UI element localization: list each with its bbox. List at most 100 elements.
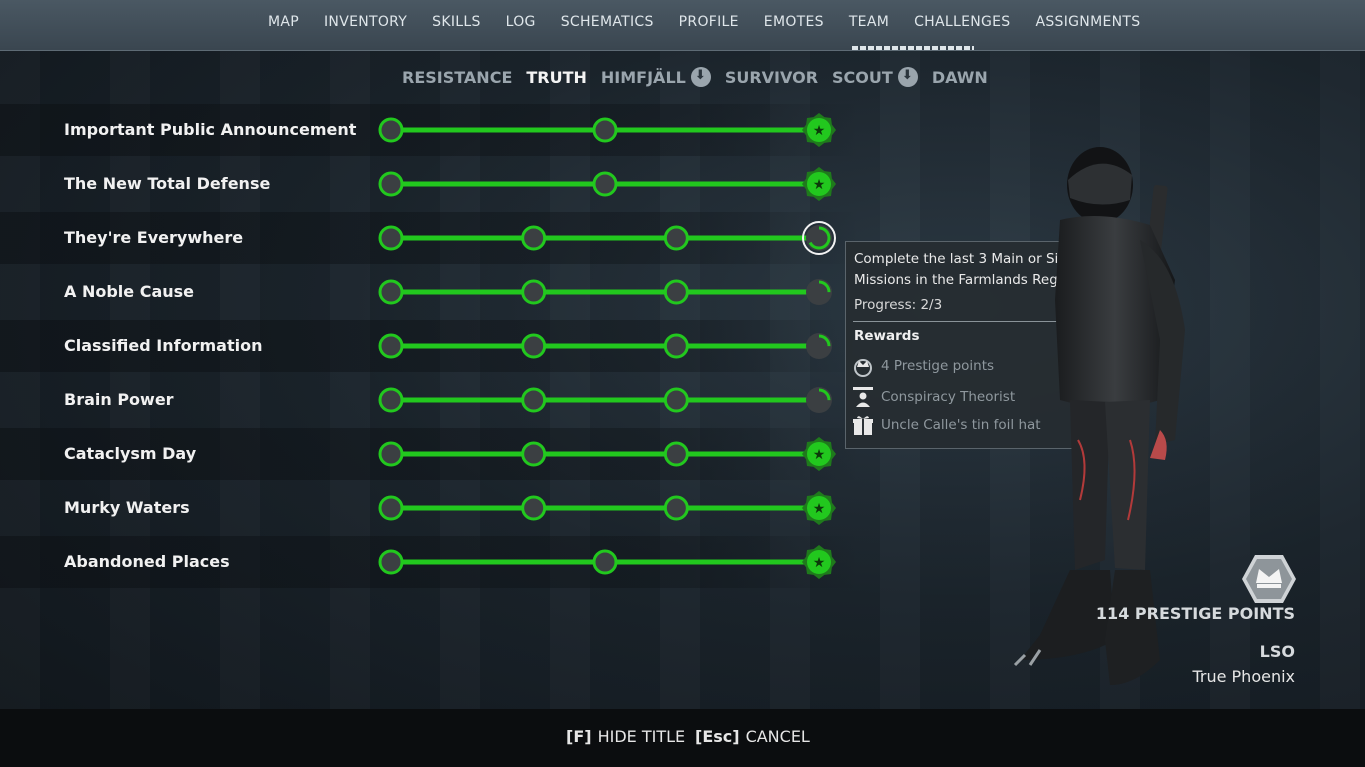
gift-icon	[853, 416, 873, 435]
tab-dawn[interactable]: DAWN	[932, 68, 988, 87]
challenge-row[interactable]: Cataclysm Day ★	[0, 428, 860, 480]
step-node	[521, 333, 547, 359]
nav-item-profile[interactable]: PROFILE	[679, 14, 739, 30]
challenge-row[interactable]: Important Public Announcement ★	[0, 104, 860, 156]
hint-label: HIDE TITLE	[597, 727, 686, 746]
challenge-track: ★	[0, 104, 860, 156]
tab-scout[interactable]: SCOUT	[832, 67, 918, 87]
step-node	[521, 495, 547, 521]
challenge-row[interactable]: Abandoned Places ★	[0, 536, 860, 588]
challenge-progress-track: ★	[378, 113, 836, 147]
challenge-row[interactable]: A Noble Cause	[0, 266, 860, 318]
completed-star-icon: ★	[802, 491, 836, 525]
nav-item-schematics[interactable]: SCHEMATICS	[561, 14, 654, 30]
step-node	[663, 333, 689, 359]
reward-item: 4 Prestige points	[852, 355, 994, 377]
challenge-row[interactable]: Classified Information	[0, 320, 860, 372]
in-progress-node	[806, 333, 832, 359]
svg-text:★: ★	[813, 447, 826, 463]
step-node	[663, 495, 689, 521]
cancel-button[interactable]: [Esc] CANCEL	[695, 727, 810, 746]
challenge-row[interactable]: The New Total Defense ★	[0, 158, 860, 210]
completed-star-icon: ★	[802, 545, 836, 579]
completed-star-icon: ★	[802, 437, 836, 471]
hint-key: [F]	[566, 727, 592, 746]
step-node	[378, 225, 404, 251]
prestige-badge-icon	[1242, 555, 1296, 603]
tab-truth[interactable]: TRUTH	[526, 68, 587, 87]
tooltip-rewards-title: Rewards	[854, 328, 920, 344]
tab-label: RESISTANCE	[402, 67, 513, 87]
nav-item-challenges[interactable]: CHALLENGES	[914, 14, 1010, 30]
step-node	[378, 441, 404, 467]
challenge-track: ★	[0, 482, 860, 534]
tab-survivor[interactable]: SURVIVOR	[725, 68, 818, 87]
nav-item-log[interactable]: LOG	[506, 14, 536, 30]
challenge-progress-track: ★	[378, 437, 836, 471]
in-progress-node	[802, 221, 836, 255]
challenge-progress-track	[378, 279, 832, 305]
prestige-points: 114 PRESTIGE POINTS	[1095, 604, 1295, 623]
step-node	[592, 117, 618, 143]
in-progress-node	[806, 387, 832, 413]
player-name: LSO	[1259, 642, 1295, 661]
svg-text:★: ★	[813, 177, 826, 193]
reward-label: Conspiracy Theorist	[881, 389, 1016, 405]
reward-item: Conspiracy Theorist	[852, 386, 1015, 408]
hide-title-button[interactable]: [F] HIDE TITLE	[566, 727, 685, 746]
step-node	[663, 225, 689, 251]
tooltip-progress: Progress: 2/3	[854, 297, 943, 313]
step-node	[663, 387, 689, 413]
challenge-track: ★	[0, 428, 860, 480]
challenge-progress-track	[378, 387, 832, 413]
challenge-progress-track	[378, 221, 836, 255]
player-title: True Phoenix	[1192, 667, 1295, 686]
tab-himfjll[interactable]: HIMFJÄLL	[601, 67, 711, 87]
step-node	[521, 387, 547, 413]
step-node	[378, 117, 404, 143]
nav-item-map[interactable]: MAP	[268, 14, 299, 30]
tab-label: SURVIVOR	[724, 67, 819, 87]
challenge-track	[0, 212, 860, 264]
nav-item-emotes[interactable]: EMOTES	[764, 14, 824, 30]
tab-label: SCOUT	[832, 67, 893, 87]
download-icon	[690, 67, 711, 87]
download-icon	[897, 67, 918, 87]
tab-label: DAWN	[931, 67, 988, 87]
tab-resistance[interactable]: RESISTANCE	[402, 68, 512, 87]
step-node	[378, 495, 404, 521]
bottom-hint-bar: [F] HIDE TITLE [Esc] CANCEL	[0, 709, 1365, 767]
step-node	[521, 279, 547, 305]
challenge-category-tabs: RESISTANCE TRUTH HIMFJÄLL SURVIVOR SCOUT DAWN	[402, 67, 1002, 87]
step-node	[378, 333, 404, 359]
nav-item-skills[interactable]: SKILLS	[432, 14, 480, 30]
step-node	[521, 441, 547, 467]
challenge-row[interactable]: Brain Power	[0, 374, 860, 426]
step-node	[592, 171, 618, 197]
hint-key: [Esc]	[695, 727, 740, 746]
step-node	[663, 441, 689, 467]
step-node	[521, 225, 547, 251]
svg-text:★: ★	[813, 555, 826, 571]
challenge-progress-track: ★	[378, 491, 836, 525]
svg-text:★: ★	[813, 123, 826, 139]
step-node	[378, 387, 404, 413]
in-progress-node	[806, 279, 832, 305]
tab-label: HIMFJÄLL	[600, 67, 686, 87]
challenge-track: ★	[0, 536, 860, 588]
challenge-track	[0, 374, 860, 426]
nav-item-assignments[interactable]: ASSIGNMENTS	[1035, 14, 1140, 30]
challenge-progress-track: ★	[378, 167, 836, 201]
nav-item-team[interactable]: TEAM	[849, 14, 889, 30]
challenge-row[interactable]: They're Everywhere	[0, 212, 860, 264]
step-node	[592, 549, 618, 575]
nav-item-inventory[interactable]: INVENTORY	[324, 14, 407, 30]
challenge-row[interactable]: Murky Waters ★	[0, 482, 860, 534]
challenge-progress-track	[378, 333, 832, 359]
step-node	[378, 549, 404, 575]
nav-active-indicator	[852, 46, 974, 50]
challenge-progress-track: ★	[378, 545, 836, 579]
completed-star-icon: ★	[802, 167, 836, 201]
step-node	[663, 279, 689, 305]
nav-list: MAP INVENTORY SKILLS LOG SCHEMATICS PROF…	[268, 14, 1165, 30]
